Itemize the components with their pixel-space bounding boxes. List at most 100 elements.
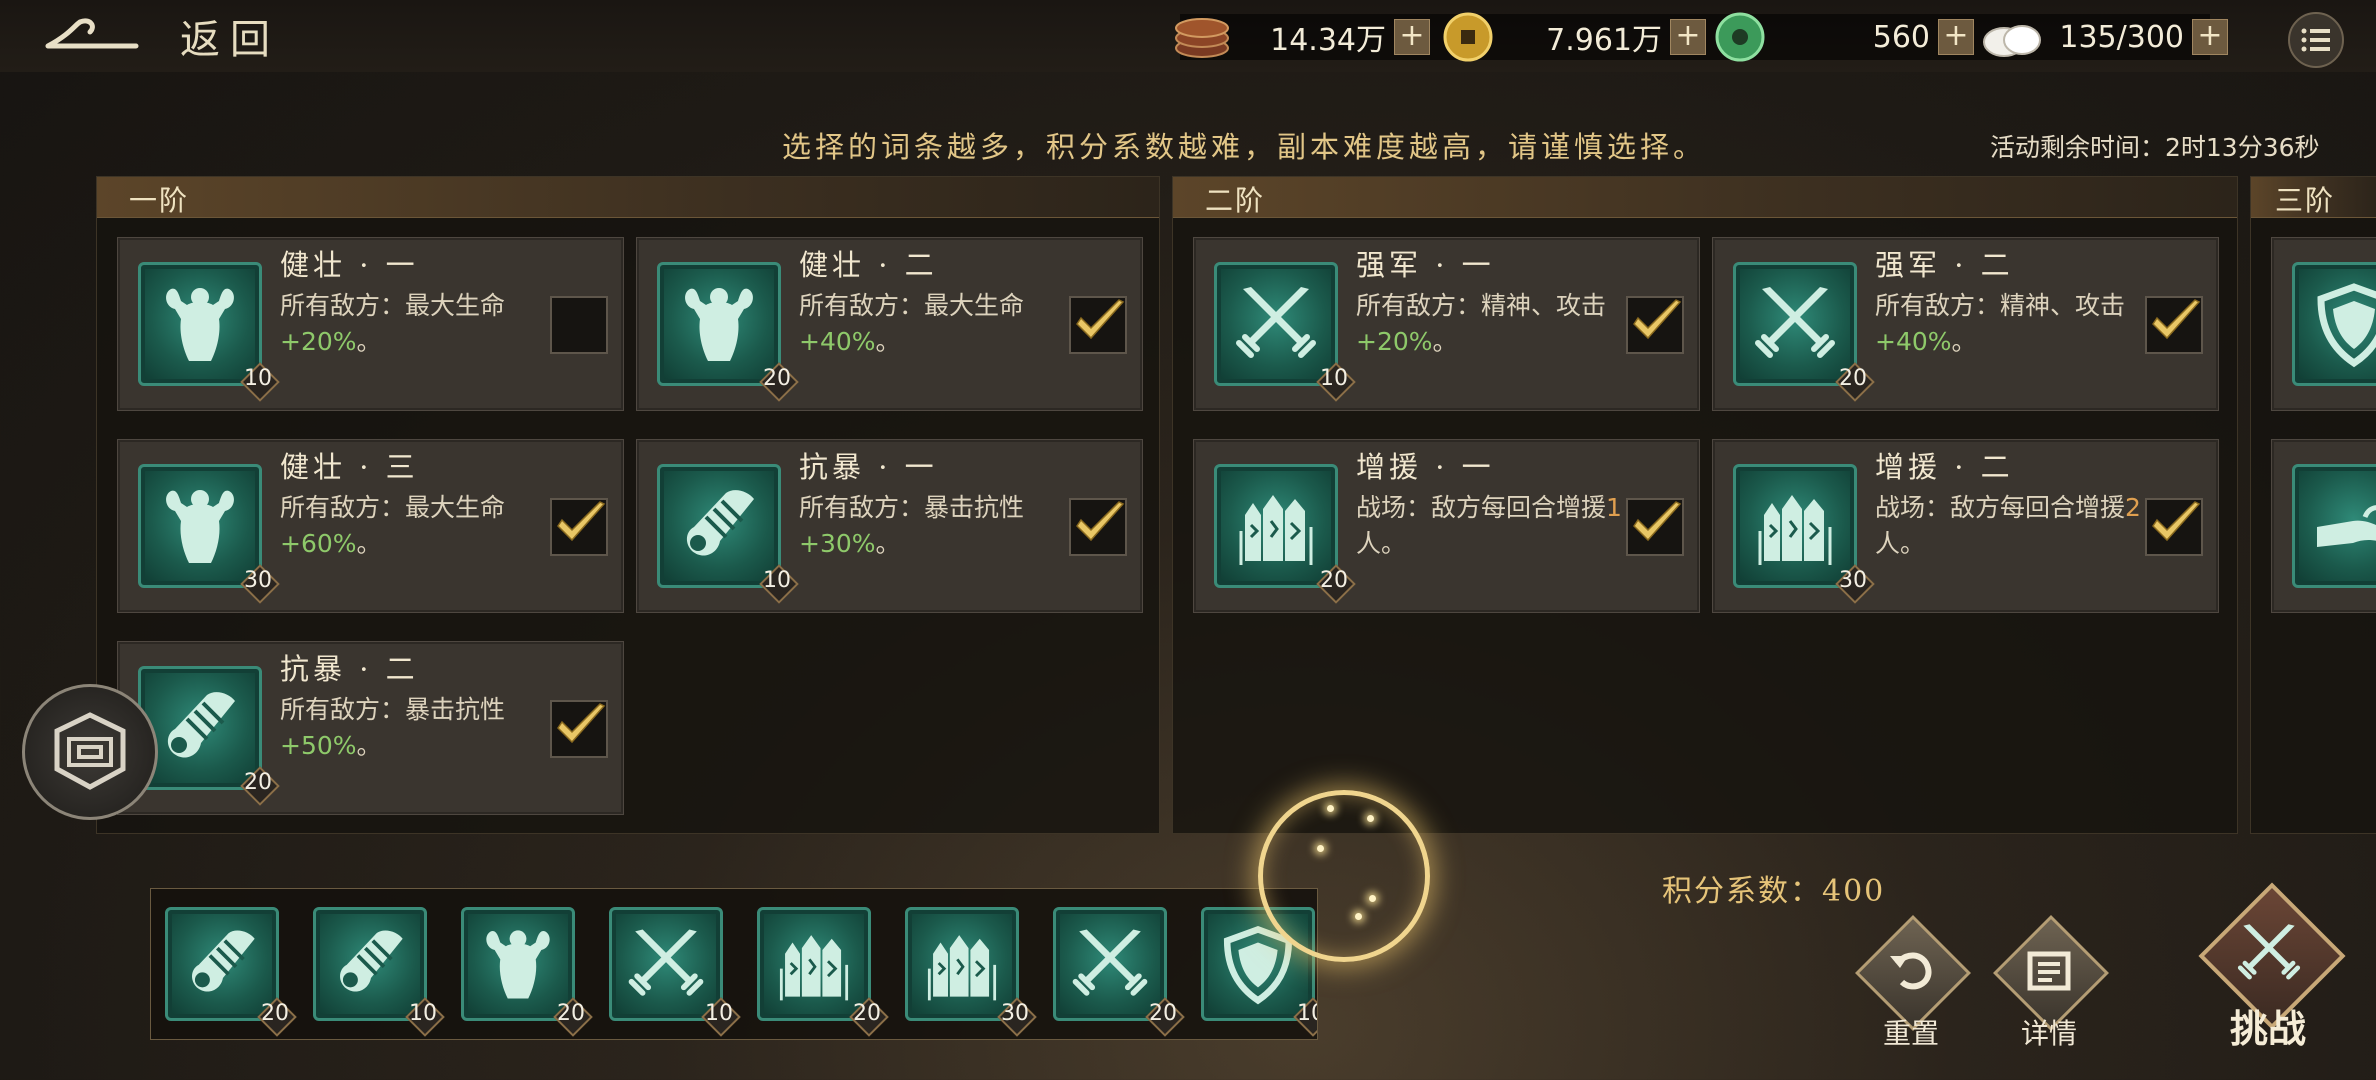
reset-label: 重置 <box>1882 1017 1939 1050</box>
selected-slot[interactable]: 20 <box>1053 907 1185 1037</box>
select-checkbox[interactable] <box>550 296 608 354</box>
level-badge: 10 <box>1293 997 1317 1037</box>
card-desc: 所有敌方：最大生命+20%。 <box>280 291 506 356</box>
card-desc: 所有敌方：精神、攻击+40%。 <box>1875 291 2126 356</box>
difficulty-hint: 选择的词条越多，积分系数越难，副本难度越高，请谨慎选择。 <box>782 130 1707 164</box>
level-badge: 30 <box>240 564 280 604</box>
add-coins-button[interactable]: + <box>1394 19 1430 55</box>
card-desc: 所有敌方：最大生命+40%。 <box>799 291 1025 356</box>
modifier-card[interactable]: 30 增援 · 二 战场：敌方每回合增援2人。 <box>1712 439 2219 613</box>
select-checkbox[interactable] <box>1069 498 1127 556</box>
level-badge: 10 <box>1316 362 1356 402</box>
resource-stamina: 135/300 + <box>1980 12 2228 62</box>
modifier-card[interactable]: 10 健壮 · 一 所有敌方：最大生命+20%。 <box>117 237 624 411</box>
modifier-card[interactable] <box>2271 439 2376 613</box>
level-badge: 20 <box>1145 997 1185 1037</box>
resource-jade: 560 + <box>1714 12 1974 62</box>
checkmark-icon <box>2145 494 2205 554</box>
resource-copper: 7.961万 + <box>1442 12 1706 62</box>
armored-arm-icon: 10 <box>313 907 445 1037</box>
checkmark-icon <box>550 494 610 554</box>
card-desc: 所有敌方：暴击抗性+50%。 <box>280 695 506 760</box>
selected-slot[interactable]: 20 <box>461 907 593 1037</box>
select-checkbox[interactable] <box>1069 296 1127 354</box>
selected-slot[interactable]: 10 <box>313 907 445 1037</box>
back-label: 返回 <box>180 17 280 63</box>
add-jade-button[interactable]: + <box>1938 19 1974 55</box>
card-name: 抗暴 · 一 <box>799 450 938 484</box>
select-checkbox[interactable] <box>550 498 608 556</box>
tier-2-title: 二阶 <box>1205 184 1266 217</box>
jade-value: 560 <box>1872 19 1930 55</box>
selected-slot[interactable]: 20 <box>165 907 297 1037</box>
spark <box>1317 845 1324 852</box>
modifier-card[interactable]: 20 健壮 · 二 所有敌方：最大生命+40%。 <box>636 237 1143 411</box>
floating-assistant-button[interactable] <box>22 684 158 820</box>
tier-1-header: 一阶 <box>97 177 1159 218</box>
armored-arm-icon: 20 <box>138 666 280 806</box>
selected-slot[interactable]: 30 <box>905 907 1037 1037</box>
tier-1-panel: 一阶 10 健壮 · 一 所有敌方：最大生命+20%。 20 健壮 · 二 所有… <box>96 176 1160 834</box>
troops-icon: 20 <box>1214 464 1356 604</box>
card-desc: 所有敌方：最大生命+60%。 <box>280 493 506 558</box>
modifier-card[interactable]: 10 抗暴 · 一 所有敌方：暴击抗性+30%。 <box>636 439 1143 613</box>
troops-icon: 30 <box>1733 464 1875 604</box>
troops-icon: 30 <box>905 907 1037 1037</box>
shield-icon <box>2292 262 2376 386</box>
stamina-value: 135/300 <box>2059 19 2184 55</box>
card-desc: 战场：敌方每回合增援2人。 <box>1875 493 2141 558</box>
armored-arm-icon: 10 <box>657 464 799 604</box>
muscle-icon: 20 <box>657 262 799 402</box>
select-checkbox[interactable] <box>1626 296 1684 354</box>
menu-button[interactable] <box>2288 12 2344 68</box>
card-name: 强军 · 一 <box>1356 248 1495 282</box>
reset-button[interactable]: 重置 <box>1855 915 1971 1070</box>
muscle-icon: 30 <box>138 464 280 604</box>
level-badge: 20 <box>553 997 593 1037</box>
select-checkbox[interactable] <box>2145 296 2203 354</box>
modifier-card[interactable]: 20 强军 · 二 所有敌方：精神、攻击+40%。 <box>1712 237 2219 411</box>
steamed-bun-icon <box>1983 25 2041 57</box>
challenge-label: 挑战 <box>2229 1006 2306 1051</box>
modifier-card[interactable]: 10 强军 · 一 所有敌方：精神、攻击+20%。 <box>1193 237 1700 411</box>
challenge-button[interactable]: 挑战 <box>2198 882 2346 1060</box>
level-badge: 20 <box>849 997 889 1037</box>
select-checkbox[interactable] <box>1626 498 1684 556</box>
level-badge: 20 <box>257 997 297 1037</box>
selected-slot[interactable]: 20 <box>757 907 889 1037</box>
card-desc: 所有敌方：暴击抗性+30%。 <box>799 493 1025 558</box>
selected-slot[interactable]: 10 <box>609 907 741 1037</box>
level-badge: 20 <box>759 362 799 402</box>
copper-coin-icon <box>1443 12 1493 62</box>
checkmark-icon <box>2145 292 2205 352</box>
select-checkbox[interactable] <box>2145 498 2203 556</box>
details-button[interactable]: 详情 <box>1993 915 2109 1070</box>
crossed-swords-icon: 20 <box>1053 907 1185 1037</box>
modifier-card[interactable] <box>2271 237 2376 411</box>
level-badge: 20 <box>240 766 280 806</box>
copper-value: 7.961万 <box>1546 23 1662 58</box>
checkmark-icon <box>1626 292 1686 352</box>
modifier-card[interactable]: 20 增援 · 一 战场：敌方每回合增援1人。 <box>1193 439 1700 613</box>
level-badge: 10 <box>240 362 280 402</box>
spark <box>1369 895 1376 902</box>
modifier-card[interactable]: 20 抗暴 · 二 所有敌方：暴击抗性+50%。 <box>117 641 624 815</box>
level-badge: 30 <box>1835 564 1875 604</box>
level-badge: 30 <box>997 997 1037 1037</box>
card-name: 增援 · 二 <box>1875 450 2014 484</box>
add-stamina-button[interactable]: + <box>2192 19 2228 55</box>
add-copper-button[interactable]: + <box>1670 19 1706 55</box>
select-checkbox[interactable] <box>550 700 608 758</box>
checkmark-icon <box>1626 494 1686 554</box>
activity-timer: 活动剩余时间：2时13分36秒 <box>1990 133 2320 162</box>
modifier-card[interactable]: 30 健壮 · 三 所有敌方：最大生命+60%。 <box>117 439 624 613</box>
details-label: 详情 <box>2020 1017 2077 1050</box>
back-button[interactable]: 返回 <box>40 12 280 63</box>
tap-glow-ring <box>1258 790 1430 962</box>
tier-3-panel: 三阶 <box>2250 176 2376 834</box>
tier-3-title: 三阶 <box>2275 184 2336 217</box>
card-name: 抗暴 · 二 <box>280 652 419 686</box>
coin-stack-icon <box>1175 18 1229 58</box>
armored-arm-icon: 20 <box>165 907 297 1037</box>
card-desc: 所有敌方：精神、攻击+20%。 <box>1356 291 1607 356</box>
